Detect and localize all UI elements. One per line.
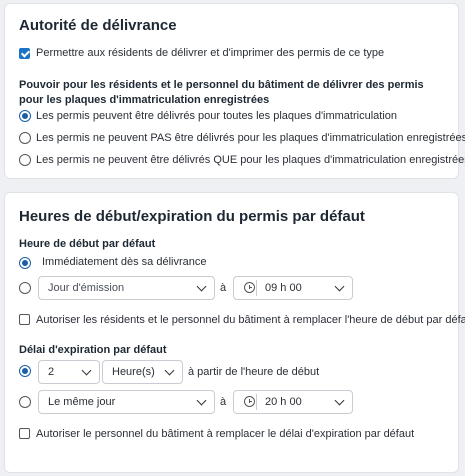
delivery-authority-title: Autorité de délivrance xyxy=(19,17,177,34)
clock-icon xyxy=(244,396,255,407)
plates-heading: Pouvoir pour les résidents et le personn… xyxy=(19,79,424,106)
expiry-duration-select[interactable]: 2 xyxy=(38,360,100,384)
chevron-down-icon xyxy=(81,365,92,376)
expiry-duration-value: 2 xyxy=(48,366,55,378)
clock-icon xyxy=(244,282,255,293)
expiry-override-label: Autoriser le personnel du bâtiment à rem… xyxy=(36,428,415,440)
start-at-label: à xyxy=(220,282,227,294)
allow-print-checkbox[interactable] xyxy=(19,48,30,59)
start-override-label: Autoriser les résidents et le personnel … xyxy=(36,314,465,326)
select-divider xyxy=(256,394,257,410)
allow-print-label: Permettre aux résidents de délivrer et d… xyxy=(36,47,385,59)
expiry-sameday-radio[interactable] xyxy=(19,396,31,408)
chevron-down-icon xyxy=(196,395,207,406)
select-divider xyxy=(256,280,257,296)
start-immediate-label: Immédiatement dès sa délivrance xyxy=(42,256,207,268)
start-custom-radio[interactable] xyxy=(19,282,31,294)
delivery-authority-card: Autorité de délivrance Permettre aux rés… xyxy=(4,3,465,179)
plates-option-only-registered-radio[interactable] xyxy=(19,154,31,166)
expiry-time-value: 20 h 00 xyxy=(265,396,302,408)
default-times-title: Heures de début/expiration du permis par… xyxy=(19,208,365,225)
expiry-unit-value: Heure(s) xyxy=(112,366,155,378)
chevron-down-icon xyxy=(196,281,207,292)
expiry-at-label: à xyxy=(220,396,227,408)
expiry-time-select[interactable]: 20 h 00 xyxy=(233,390,353,414)
expiry-day-select[interactable]: Le même jour xyxy=(38,390,215,414)
start-time-select[interactable]: 09 h 00 xyxy=(233,276,353,300)
default-times-card: Heures de début/expiration du permis par… xyxy=(4,192,465,473)
start-immediate-radio[interactable] xyxy=(19,257,31,269)
expiry-day-value: Le même jour xyxy=(48,396,116,408)
start-day-value: Jour d'émission xyxy=(48,282,125,294)
expiry-from-start-label: à partir de l'heure de début xyxy=(188,366,320,378)
plates-option-not-registered-label: Les permis ne peuvent PAS être délivrés … xyxy=(36,132,465,144)
start-time-heading: Heure de début par défaut xyxy=(19,238,156,250)
start-time-value: 09 h 00 xyxy=(265,282,302,294)
expiry-override-checkbox[interactable] xyxy=(19,428,30,439)
plates-option-all-radio[interactable] xyxy=(19,110,31,122)
plates-option-only-registered-label: Les permis ne peuvent être délivrés QUE … xyxy=(36,154,465,166)
start-day-select[interactable]: Jour d'émission xyxy=(38,276,215,300)
expiry-duration-radio[interactable] xyxy=(19,365,31,377)
plates-option-not-registered-radio[interactable] xyxy=(19,132,31,144)
chevron-down-icon xyxy=(334,395,345,406)
expiry-heading: Délai d'expiration par défaut xyxy=(19,344,167,356)
chevron-down-icon xyxy=(334,281,345,292)
chevron-down-icon xyxy=(164,365,175,376)
start-override-checkbox[interactable] xyxy=(19,314,30,325)
expiry-unit-select[interactable]: Heure(s) xyxy=(102,360,183,384)
plates-option-all-label: Les permis peuvent être délivrés pour to… xyxy=(36,110,398,122)
